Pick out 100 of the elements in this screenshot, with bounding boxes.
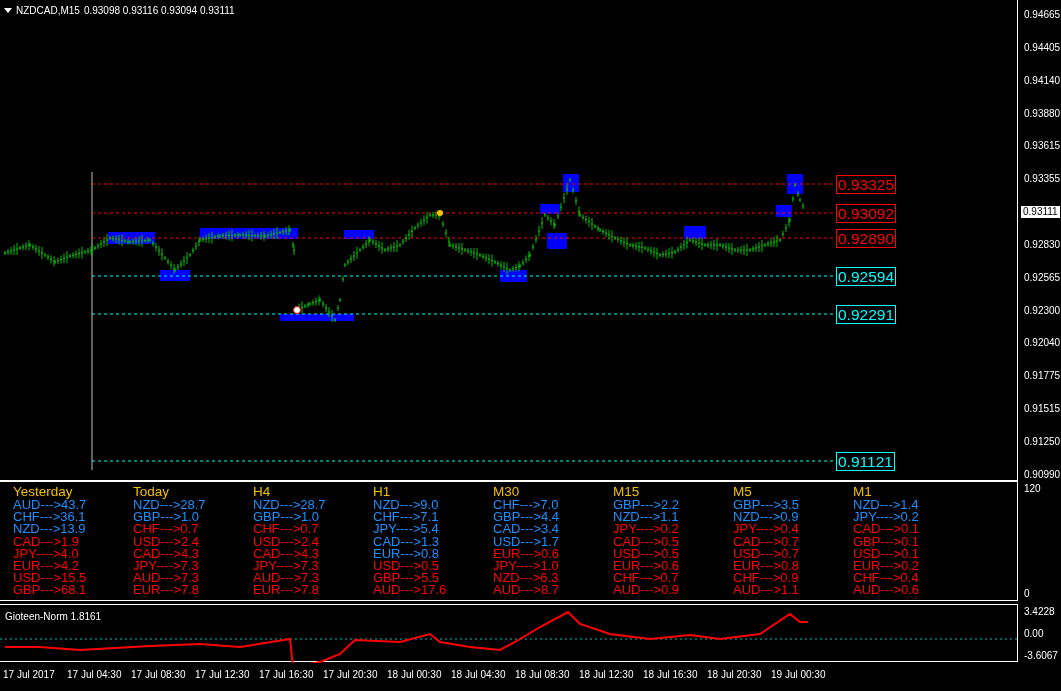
zone-marker xyxy=(540,204,560,214)
strength-value: NZD--->9.0 xyxy=(373,499,440,512)
strength-value: EUR--->0.8 xyxy=(733,560,801,573)
column-header: H4 xyxy=(253,485,272,499)
time-label: 17 Jul 16:30 xyxy=(259,668,315,682)
time-label: 18 Jul 12:30 xyxy=(579,668,635,682)
strength-value: CHF--->0.9 xyxy=(733,572,800,585)
strength-value: CAD--->1.3 xyxy=(373,535,441,548)
axis-label: 0.91250 xyxy=(1024,435,1061,448)
axis-label: 0 xyxy=(1024,588,1031,600)
time-label: 17 Jul 04:30 xyxy=(67,668,123,682)
strength-value: EUR--->0.8 xyxy=(373,547,441,560)
price-level-label: 0.92291 xyxy=(836,305,897,324)
strength-value: CHF--->36.1 xyxy=(13,511,87,524)
dropdown-icon xyxy=(4,7,12,14)
strength-value: CHF--->7.0 xyxy=(493,499,560,512)
strength-value: EUR--->0.6 xyxy=(613,560,681,573)
strength-value: AUD--->0.9 xyxy=(613,584,681,597)
axis-label: 0.92830 xyxy=(1024,238,1061,251)
strength-value: CAD--->4.3 xyxy=(253,547,321,560)
strength-value: NZD--->13.9 xyxy=(13,523,87,536)
strength-value: CAD--->0.5 xyxy=(613,535,681,548)
strength-value: CAD--->0.7 xyxy=(733,535,801,548)
quote-text: 0.93098 0.93116 0.93094 0.93111 xyxy=(83,4,235,18)
strength-value: NZD--->1.4 xyxy=(853,499,920,512)
time-label: 17 Jul 2017 xyxy=(3,668,56,682)
strength-value: USD--->2.4 xyxy=(253,535,321,548)
axis-label: 0.91775 xyxy=(1024,370,1061,383)
column-header: M1 xyxy=(853,485,873,499)
time-label: 17 Jul 12:30 xyxy=(195,668,251,682)
signal-marker xyxy=(293,306,301,314)
indicator-title: Gioteen-Norm 1.8161 xyxy=(5,610,102,624)
strength-value: CAD--->4.3 xyxy=(133,547,201,560)
strength-value: USD--->0.5 xyxy=(613,547,681,560)
strength-value: USD--->0.7 xyxy=(733,547,801,560)
strength-value: GBP--->0.1 xyxy=(853,535,921,548)
strength-value: NZD--->28.7 xyxy=(253,499,327,512)
strength-value: GBP--->2.2 xyxy=(613,499,681,512)
strength-value: AUD--->43.7 xyxy=(13,499,88,512)
current-price-label: 0.93111 xyxy=(1021,206,1060,219)
axis-label: 120 xyxy=(1024,483,1042,495)
strength-value: CHF--->0.7 xyxy=(253,523,320,536)
strength-value: USD--->0.5 xyxy=(373,560,441,573)
axis-label: 0.93355 xyxy=(1024,173,1061,186)
time-label: 18 Jul 08:30 xyxy=(515,668,571,682)
strength-value: CAD--->3.4 xyxy=(493,523,561,536)
strength-value: JPY---->0.4 xyxy=(733,523,800,536)
time-label: 18 Jul 04:30 xyxy=(451,668,507,682)
axis-label: -3.6067 xyxy=(1024,650,1059,662)
strength-value: USD--->15.5 xyxy=(13,572,88,585)
axis-label: 0.93880 xyxy=(1024,107,1061,120)
strength-value: AUD--->8.7 xyxy=(493,584,561,597)
strength-value: JPY---->5.4 xyxy=(373,523,440,536)
strength-value: GBP--->4.4 xyxy=(493,511,561,524)
strength-value: GBP--->5.5 xyxy=(373,572,440,585)
axis-label: 0.94405 xyxy=(1024,41,1061,54)
strength-value: JPY---->4.0 xyxy=(13,547,80,560)
strength-value: JPY---->1.0 xyxy=(493,560,560,573)
strength-value: CAD--->0.1 xyxy=(853,523,921,536)
strength-value: AUD--->7.3 xyxy=(133,572,201,585)
strength-value: AUD--->17.6 xyxy=(373,584,448,597)
price-level-label: 0.93092 xyxy=(836,204,897,223)
axis-label: 0.92040 xyxy=(1024,337,1061,350)
time-label: 17 Jul 20:30 xyxy=(323,668,379,682)
strength-value: CHF--->0.7 xyxy=(613,572,680,585)
strength-value: AUD--->1.1 xyxy=(733,584,801,597)
strength-value: CHF--->7.1 xyxy=(373,511,440,524)
strength-value: EUR--->4.2 xyxy=(13,560,81,573)
time-label: 17 Jul 08:30 xyxy=(131,668,187,682)
column-header: M5 xyxy=(733,485,753,499)
strength-value: USD--->2.4 xyxy=(133,535,201,548)
axis-label: 0.91515 xyxy=(1024,403,1061,416)
column-header: M30 xyxy=(493,485,521,499)
zone-marker xyxy=(787,174,803,194)
strength-value: CHF--->0.7 xyxy=(133,523,200,536)
zone-marker xyxy=(160,270,190,281)
time-label: 18 Jul 00:30 xyxy=(387,668,443,682)
zone-marker xyxy=(344,230,374,239)
strength-value: EUR--->7.8 xyxy=(253,584,321,597)
column-header: Today xyxy=(133,485,170,499)
strength-value: EUR--->7.8 xyxy=(133,584,201,597)
strength-value: JPY---->0.2 xyxy=(853,511,920,524)
strength-value: EUR--->0.2 xyxy=(853,560,921,573)
price-level-label: 0.92594 xyxy=(836,267,897,286)
axis-label: 0.92300 xyxy=(1024,304,1061,317)
column-header: Yesterday xyxy=(13,485,73,499)
strength-value: USD--->0.1 xyxy=(853,547,921,560)
axis-label: 0.94665 xyxy=(1024,9,1061,21)
strength-value: JPY---->0.2 xyxy=(613,523,680,536)
time-label: 18 Jul 20:30 xyxy=(707,668,763,682)
strength-value: GBP--->1.0 xyxy=(253,511,321,524)
strength-value: AUD--->7.3 xyxy=(253,572,321,585)
strength-value: USD--->1.7 xyxy=(493,535,561,548)
axis-label: 0.93615 xyxy=(1024,140,1061,153)
strength-value: GBP--->3.5 xyxy=(733,499,801,512)
zone-marker xyxy=(547,233,567,249)
time-label: 19 Jul 00:30 xyxy=(771,668,827,682)
symbol-label: NZDCAD,M15 xyxy=(16,4,80,18)
axis-label: 0.92565 xyxy=(1024,271,1061,284)
strength-value: NZD--->6.3 xyxy=(493,572,560,585)
